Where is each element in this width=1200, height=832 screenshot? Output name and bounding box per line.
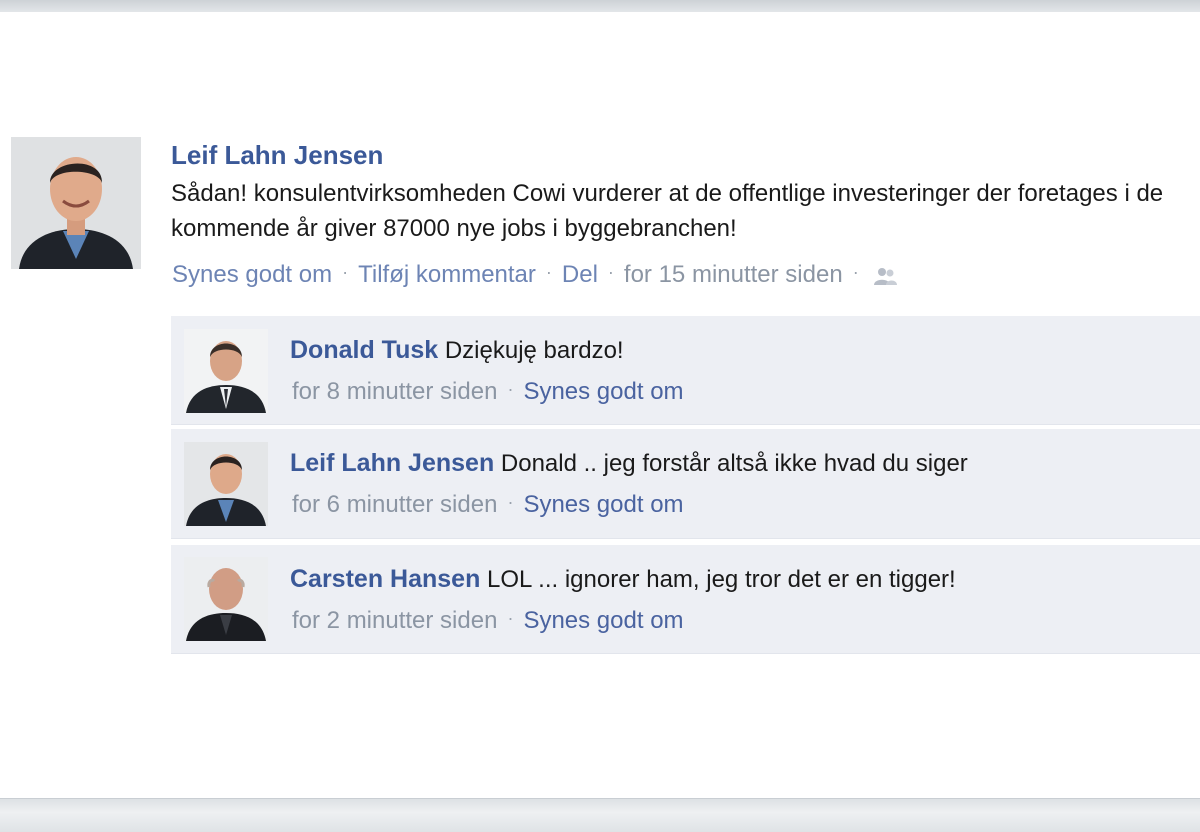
comment-text: Donald .. jeg forstår altså ikke hvad du… — [500, 450, 968, 477]
comment-author-avatar[interactable] — [184, 442, 268, 526]
like-link[interactable]: Synes godt om — [172, 261, 332, 289]
post-author-name[interactable]: Leif Lahn Jensen — [171, 140, 383, 171]
comment-line: Carsten Hansen LOL ... ignorer ham, jeg … — [290, 565, 956, 594]
comment-author-avatar[interactable] — [184, 557, 268, 641]
separator-dot: · — [342, 261, 349, 282]
share-link[interactable]: Del — [562, 261, 598, 289]
separator-dot: · — [507, 491, 514, 512]
add-comment-link[interactable]: Tilføj kommentar — [358, 261, 536, 289]
comment-timestamp[interactable]: for 8 minutter siden — [292, 378, 497, 406]
post-actions: Synes godt om · Tilføj kommentar · Del ·… — [172, 261, 899, 289]
separator-dot: · — [507, 607, 514, 628]
comment-line: Leif Lahn Jensen Donald .. jeg forstår a… — [290, 449, 968, 478]
post-author-avatar[interactable] — [11, 137, 141, 269]
comment-timestamp[interactable]: for 6 minutter siden — [292, 491, 497, 519]
post-text: Sådan! konsulentvirksomheden Cowi vurder… — [171, 180, 1164, 242]
comment-meta: for 6 minutter siden · Synes godt om — [292, 491, 684, 519]
comment-author-name[interactable]: Donald Tusk — [290, 336, 438, 364]
comment-author-avatar[interactable] — [184, 329, 268, 413]
comment-line: Donald Tusk Dziękuję bardzo! — [290, 336, 624, 365]
bottom-frame-bar — [0, 798, 1200, 832]
separator-dot: · — [852, 261, 859, 282]
separator-dot: · — [507, 378, 514, 399]
comment-text: LOL ... ignorer ham, jeg tror det er en … — [487, 566, 956, 593]
comment-like-link[interactable]: Synes godt om — [523, 607, 683, 635]
comment-item: Leif Lahn Jensen Donald .. jeg forstår a… — [171, 429, 1200, 539]
comment-author-name[interactable]: Leif Lahn Jensen — [290, 449, 494, 477]
comment-timestamp[interactable]: for 2 minutter siden — [292, 607, 497, 635]
comment-author-name[interactable]: Carsten Hansen — [290, 565, 480, 593]
comment-meta: for 8 minutter siden · Synes godt om — [292, 378, 684, 406]
comment-item: Donald Tusk Dziękuję bardzo! for 8 minut… — [171, 316, 1200, 425]
comment-text: Dziękuję bardzo! — [444, 337, 624, 364]
post-timestamp[interactable]: for 15 minutter siden — [624, 261, 843, 289]
comment-item: Carsten Hansen LOL ... ignorer ham, jeg … — [171, 545, 1200, 654]
top-frame-bar — [0, 0, 1200, 12]
separator-dot: · — [607, 261, 614, 282]
comment-like-link[interactable]: Synes godt om — [523, 491, 683, 519]
comment-meta: for 2 minutter siden · Synes godt om — [292, 607, 684, 635]
separator-dot: · — [545, 261, 552, 282]
friends-icon[interactable] — [871, 265, 899, 285]
comment-like-link[interactable]: Synes godt om — [523, 378, 683, 406]
